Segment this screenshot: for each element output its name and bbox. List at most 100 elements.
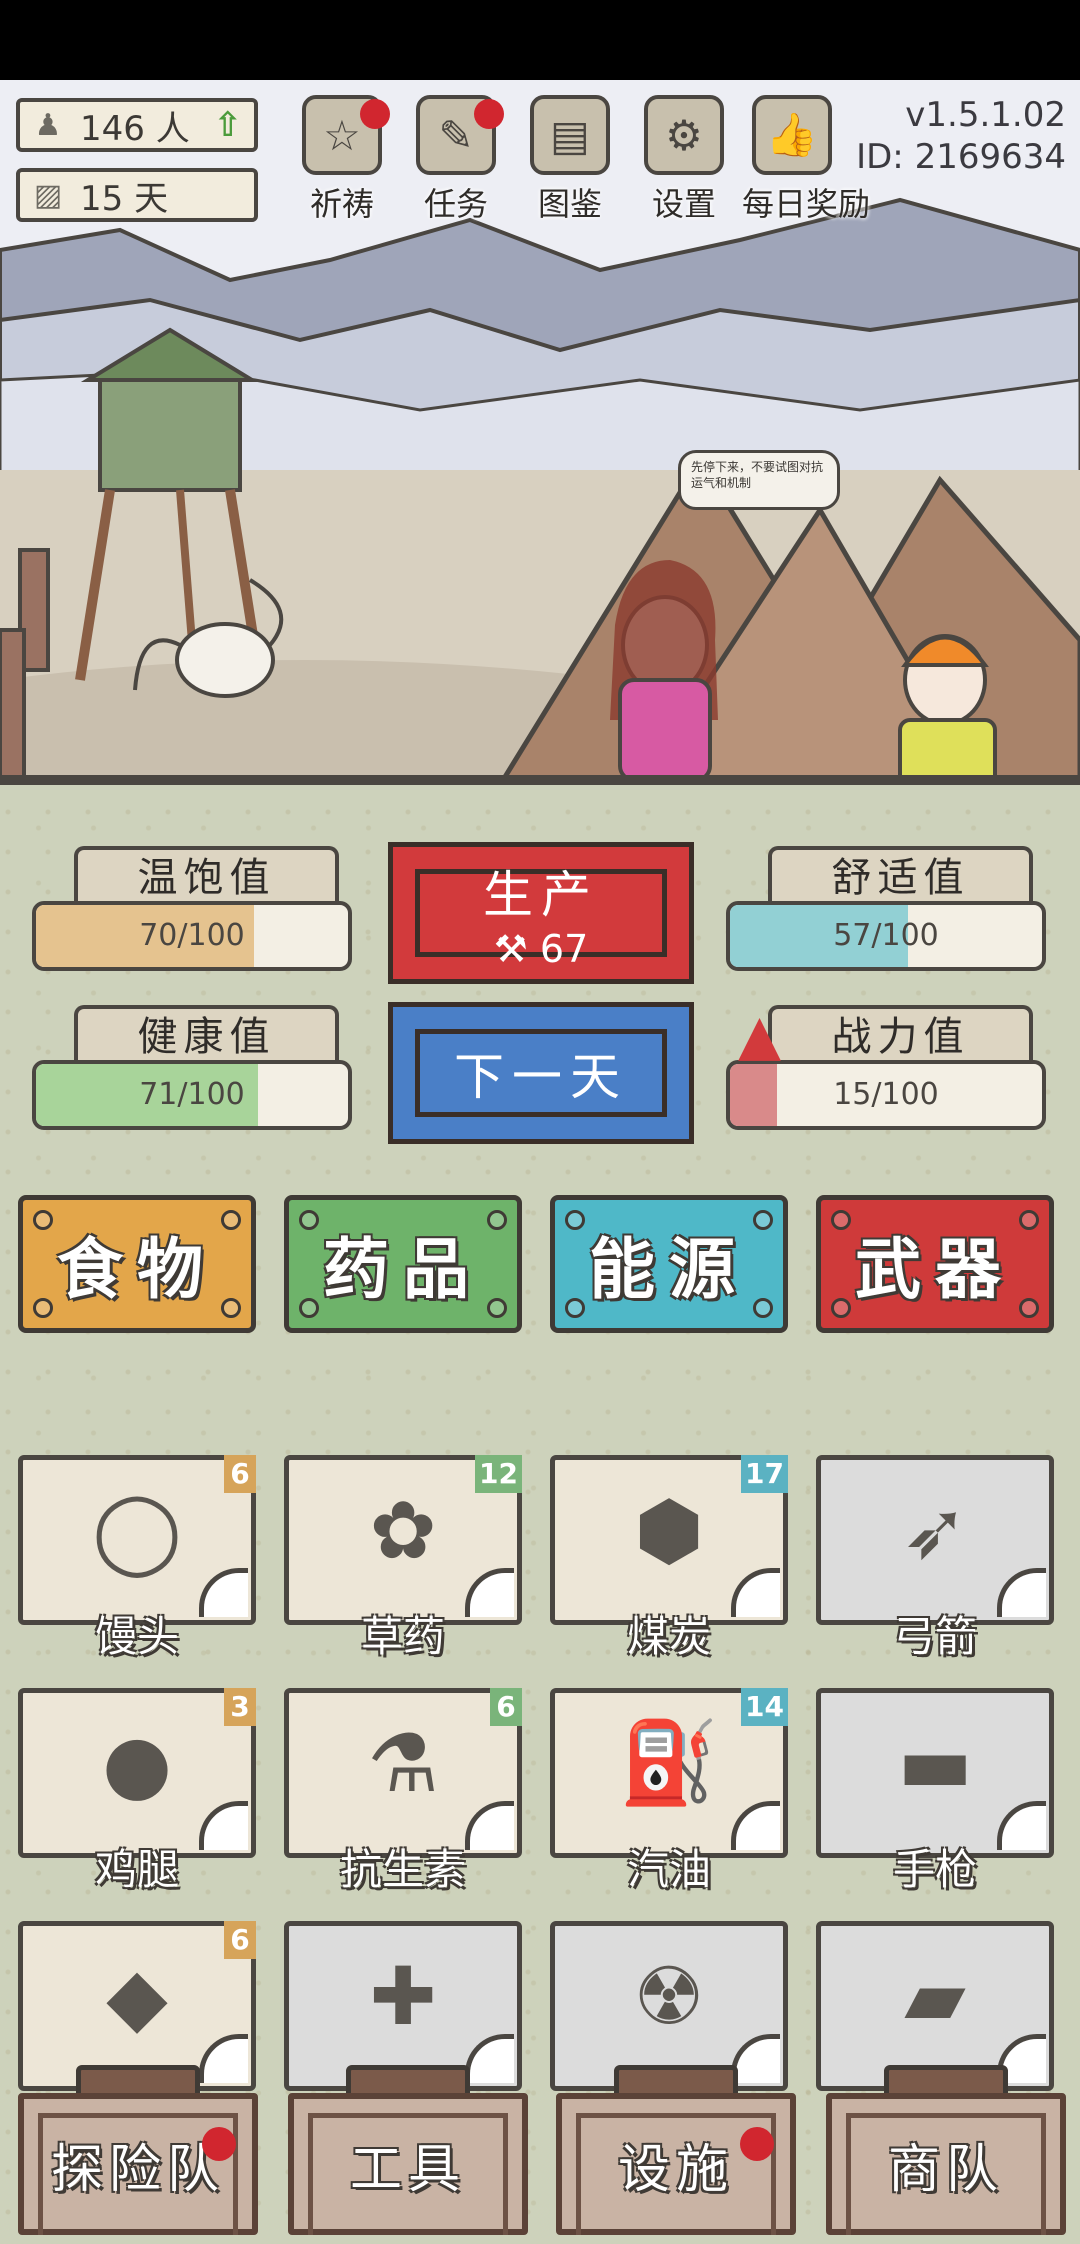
speech-bubble: 先停下来，不要试图对抗运气和机制 (678, 450, 840, 510)
steak-icon: ◆ (106, 1949, 168, 2043)
nail-icon (299, 1298, 319, 1318)
top-button-4[interactable]: 👍 每日奖励 (742, 95, 870, 225)
health-meter: 健康值 71/100 (14, 1005, 354, 1155)
item-count-badge: 14 (741, 1688, 788, 1726)
notification-dot (202, 2127, 236, 2161)
bottom-nav-button-1[interactable]: 工具 (288, 2065, 528, 2235)
speech-text: 先停下来，不要试图对抗运气和机制 (691, 460, 824, 490)
item-name: 煤炭 (626, 1612, 711, 1661)
item-name: 汽油 (626, 1845, 711, 1894)
nail-icon (1019, 1210, 1039, 1230)
produce-count: 67 (539, 927, 589, 971)
nail-icon (487, 1210, 507, 1230)
nail-icon (221, 1210, 241, 1230)
item-name: 鸡腿 (94, 1845, 179, 1894)
tools-icon: ⚒ (493, 927, 528, 971)
notification-dot (740, 2127, 774, 2161)
bottom-nav-label: 设施 (617, 2139, 734, 2200)
category-label: 武器 (855, 1231, 1015, 1308)
thumbs-up-icon: 👍 (752, 95, 832, 175)
item-name: 抗生素 (339, 1845, 466, 1894)
nail-icon (487, 1298, 507, 1318)
population-value: 146 人 (80, 108, 190, 149)
item-count-badge: 6 (490, 1688, 522, 1726)
item-card[interactable]: ▬ 手枪 (816, 1688, 1054, 1894)
item-name: 草药 (360, 1612, 445, 1661)
user-id-label: ID: 2169634 (856, 137, 1066, 177)
category-tab-3[interactable]: 武器 (816, 1195, 1054, 1333)
nuclear-icon: ☢ (633, 1949, 705, 2043)
item-count-badge: 6 (224, 1455, 256, 1493)
bottom-nav-button-2[interactable]: 设施 (556, 2065, 796, 2235)
item-card[interactable]: ✿ 12 草药 (284, 1455, 522, 1661)
nail-icon (831, 1298, 851, 1318)
item-count-badge: 12 (475, 1455, 522, 1493)
antibiotic-icon: ⚗ (367, 1716, 439, 1810)
notification-dot (360, 99, 390, 129)
category-label: 药品 (323, 1231, 483, 1308)
health-value: 71/100 (139, 1077, 245, 1112)
top-button-3[interactable]: ⚙ 设置 (634, 95, 734, 225)
item-card[interactable]: ➶ 弓箭 (816, 1455, 1054, 1661)
health-label: 健康值 (74, 1005, 339, 1067)
version-label: v1.5.1.02 (905, 95, 1066, 135)
satiety-label: 温饱值 (74, 846, 339, 908)
power-label: 战力值 (768, 1005, 1033, 1067)
steamed-bun-icon: ◯ (92, 1483, 182, 1577)
nail-icon (565, 1298, 585, 1318)
category-tab-0[interactable]: 食物 (18, 1195, 256, 1333)
top-button-0[interactable]: ☆ 祈祷 (292, 95, 392, 225)
book-icon: ▤ (530, 95, 610, 175)
category-tab-1[interactable]: 药品 (284, 1195, 522, 1333)
satiety-value: 70/100 (139, 918, 245, 953)
item-count-badge: 3 (224, 1688, 256, 1726)
warning-icon: ▲ (738, 1003, 782, 1068)
bow-arrow-icon: ➶ (901, 1483, 969, 1577)
category-tab-2[interactable]: 能源 (550, 1195, 788, 1333)
top-button-label: 祈祷 (309, 185, 374, 223)
produce-label: 生产 (483, 866, 599, 924)
coal-icon: ⬢ (634, 1483, 704, 1577)
category-label: 食物 (57, 1231, 217, 1308)
item-name: 手枪 (892, 1845, 977, 1894)
nail-icon (1019, 1298, 1039, 1318)
population-counter: ♟ 146 人 ⇧ (16, 98, 258, 152)
pistol-icon: ▬ (897, 1716, 973, 1810)
version-info: v1.5.1.02 ID: 2169634 (856, 94, 1066, 178)
next-day-label: 下一天 (454, 1048, 628, 1106)
nail-icon (831, 1210, 851, 1230)
top-button-label: 任务 (423, 185, 488, 223)
day-counter: ▨ 15 天 (16, 168, 258, 222)
bottom-nav-button-3[interactable]: 商队 (826, 2065, 1066, 2235)
rpg-icon: ▰ (904, 1949, 966, 2043)
nail-icon (565, 1210, 585, 1230)
top-button-2[interactable]: ▤ 图鉴 (520, 95, 620, 225)
camp-scene: ♟ 146 人 ⇧ ▨ 15 天 ☆ 祈祷 ✎ 任务 ▤ 图鉴 ⚙ 设置 👍 每日奖励 v1.5.… (0, 80, 1080, 785)
top-button-1[interactable]: ✎ 任务 (406, 95, 506, 225)
game-screen: ♟ 146 人 ⇧ ▨ 15 天 ☆ 祈祷 ✎ 任务 ▤ 图鉴 ⚙ 设置 👍 每日奖励 v1.5.… (0, 80, 1080, 2244)
comfort-value: 57/100 (833, 918, 939, 953)
item-card[interactable]: ◯ 6 馒头 (18, 1455, 256, 1661)
category-label: 能源 (589, 1231, 749, 1308)
bottom-nav-label: 探险队 (50, 2139, 225, 2200)
next-day-button[interactable]: 下一天 (388, 1002, 694, 1144)
gas-can-icon: ⛽ (619, 1716, 719, 1809)
item-card[interactable]: ⚗ 6 抗生素 (284, 1688, 522, 1894)
bottom-nav-button-0[interactable]: 探险队 (18, 2065, 258, 2235)
item-name: 弓箭 (892, 1612, 977, 1661)
item-count-badge: 6 (224, 1921, 256, 1959)
comfort-label: 舒适值 (768, 846, 1033, 908)
item-card[interactable]: ⛽ 14 汽油 (550, 1688, 788, 1894)
item-card[interactable]: ● 3 鸡腿 (18, 1688, 256, 1894)
bottom-nav-label: 工具 (349, 2139, 466, 2200)
notification-dot (474, 99, 504, 129)
nail-icon (753, 1298, 773, 1318)
item-count-badge: 17 (741, 1455, 788, 1493)
produce-button[interactable]: 生产 ⚒ 67 (388, 842, 694, 984)
power-value: 15/100 (833, 1077, 939, 1112)
item-card[interactable]: ⬢ 17 煤炭 (550, 1455, 788, 1661)
power-meter: 战力值 15/100 ▲ (708, 1003, 1048, 1155)
bottom-nav-label: 商队 (887, 2139, 1004, 2200)
satiety-meter: 温饱值 70/100 (14, 846, 354, 996)
gear-icon: ⚙ (644, 95, 724, 175)
